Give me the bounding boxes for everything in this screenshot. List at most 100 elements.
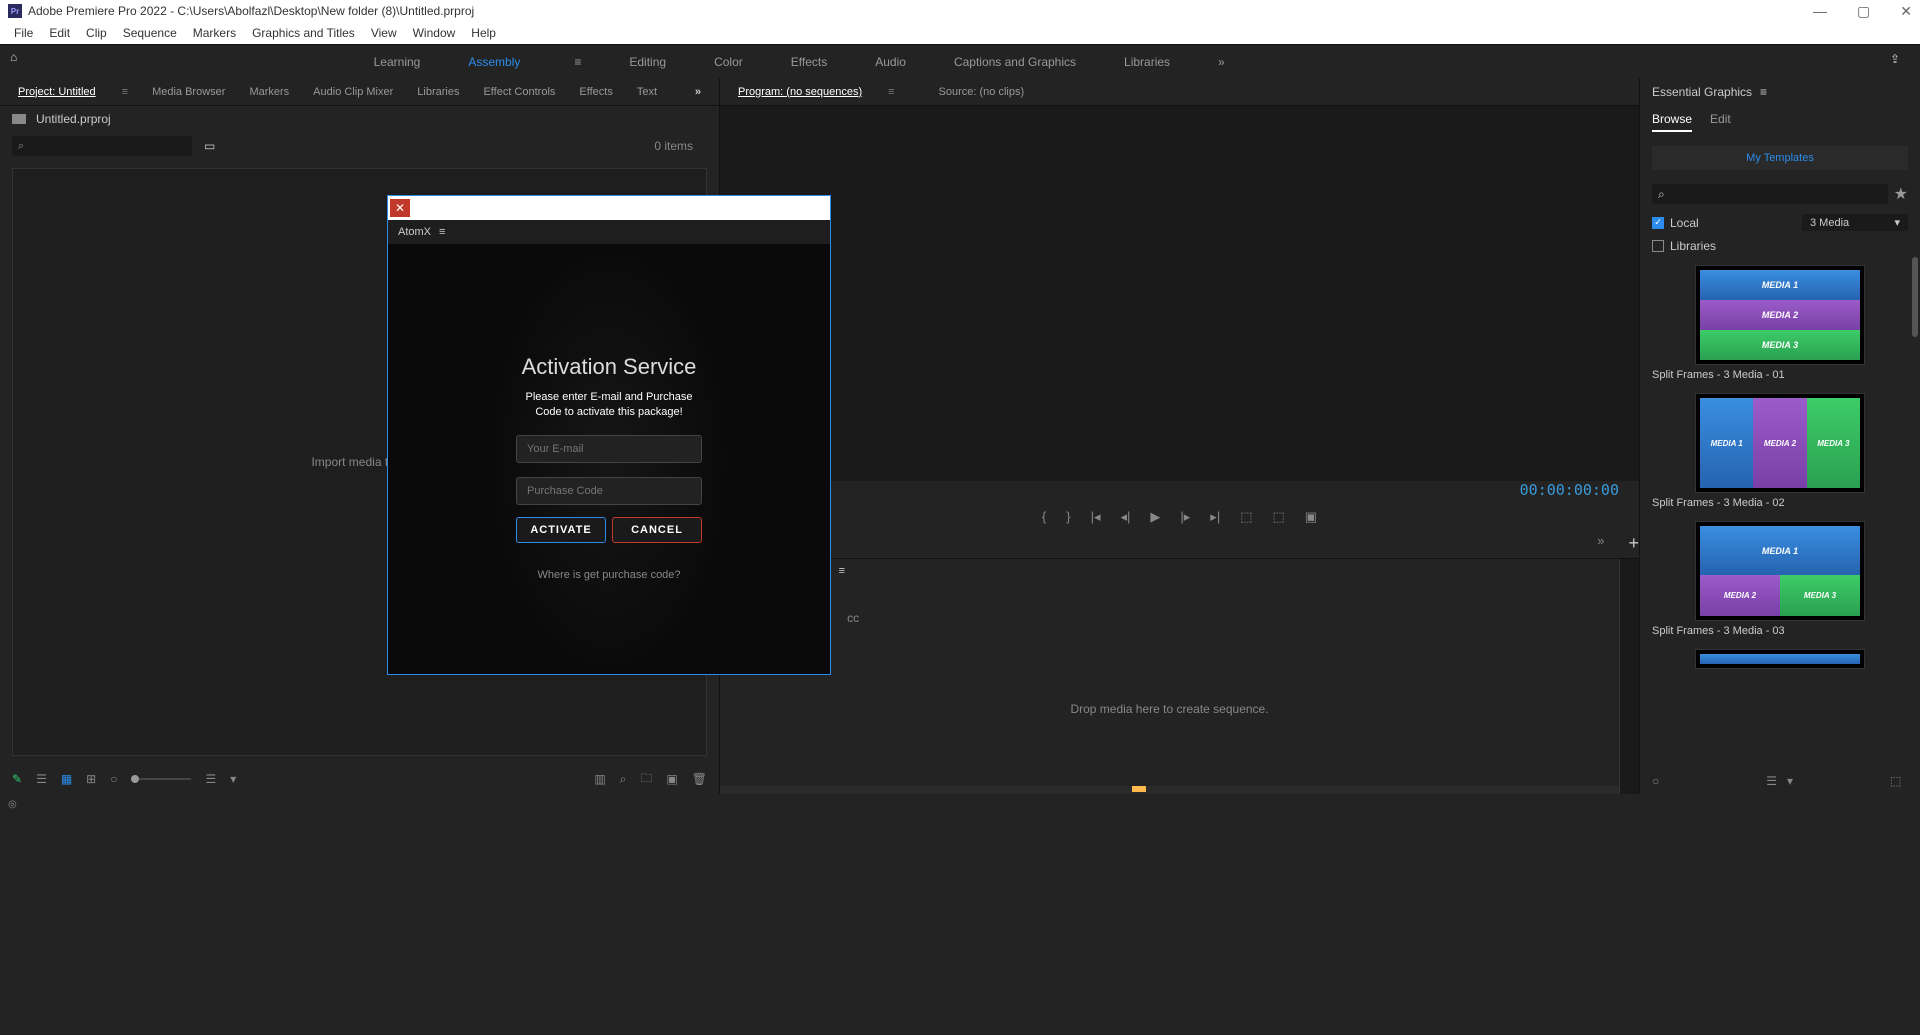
tab-libraries[interactable]: Libraries [407,82,469,102]
favorite-star-icon[interactable]: ★ [1894,184,1908,204]
my-templates-button[interactable]: My Templates [1652,146,1908,170]
timeline-ruler[interactable] [720,786,1619,794]
close-window-button[interactable]: ✕ [1900,3,1912,20]
timeline-vscroll[interactable] [1619,559,1639,794]
menu-window[interactable]: Window [407,24,462,42]
menu-help[interactable]: Help [465,24,502,42]
tab-project[interactable]: Project: Untitled [8,82,106,102]
cc-icon[interactable]: cc [847,611,859,628]
go-to-out-icon[interactable]: ▸| [1210,509,1220,525]
atomx-menu-icon[interactable]: ≡ [439,226,445,238]
timeline-timecode[interactable]: :00:00 [720,583,1619,607]
workspace-overflow-icon[interactable]: » [1204,47,1239,77]
menu-edit[interactable]: Edit [43,24,76,42]
libraries-checkbox[interactable] [1652,240,1664,252]
button-editor-overflow-icon[interactable]: » [1597,533,1604,554]
lift-icon[interactable]: ⬚ [1240,509,1252,525]
panel-menu-icon[interactable]: ≡ [112,82,138,102]
workspace-learning[interactable]: Learning [360,47,435,77]
eg-search-input[interactable]: ⌕ [1652,184,1888,204]
program-menu-icon[interactable]: ≡ [878,82,904,102]
template-item[interactable] [1652,649,1908,669]
go-to-in-icon[interactable]: |◂ [1091,509,1101,525]
playhead-icon[interactable] [1132,786,1146,792]
share-icon[interactable]: ⇪ [1890,52,1910,72]
eg-menu-icon[interactable]: ≡ [1760,85,1767,99]
timeline-drop-zone[interactable]: Drop media here to create sequence. [720,632,1619,786]
workspace-color[interactable]: Color [700,47,757,77]
menu-view[interactable]: View [365,24,403,42]
pencil-icon[interactable]: ✎ [12,772,22,786]
tab-text[interactable]: Text [627,82,667,102]
eg-tab-edit[interactable]: Edit [1710,112,1731,132]
eg-scrollbar[interactable] [1912,257,1918,337]
dialog-close-button[interactable]: ✕ [390,199,410,217]
workspace-menu-icon[interactable]: ≡ [560,47,595,77]
project-search-input[interactable]: ⌕ [12,136,192,156]
step-back-icon[interactable]: ◂| [1120,509,1130,525]
project-tabs: Project: Untitled ≡ Media Browser Marker… [0,78,719,106]
menu-file[interactable]: File [8,24,39,42]
eg-tab-browse[interactable]: Browse [1652,112,1692,132]
template-item[interactable]: MEDIA 1 MEDIA 2 MEDIA 3 Split Frames - 3… [1652,521,1908,641]
menu-graphics[interactable]: Graphics and Titles [246,24,361,42]
find-icon[interactable]: ⌕ [620,772,627,787]
workspace-audio[interactable]: Audio [861,47,920,77]
menu-clip[interactable]: Clip [80,24,113,42]
new-item-icon[interactable]: ▣ [666,772,677,786]
icon-view-icon[interactable]: ▦ [61,772,72,786]
tab-effect-controls[interactable]: Effect Controls [473,82,565,102]
activate-button[interactable]: ACTIVATE [516,517,606,543]
eg-zoom-handle-icon[interactable]: ○ [1652,774,1659,788]
play-icon[interactable]: ▶ [1150,509,1160,525]
extract-icon[interactable]: ⬚ [1273,509,1285,525]
filter-dropdown[interactable]: 3 Media ▾ [1802,214,1908,231]
maximize-button[interactable]: ▢ [1857,3,1870,20]
tab-program[interactable]: Program: (no sequences) [728,82,872,102]
install-template-icon[interactable]: ⬚ [1890,774,1908,788]
export-frame-icon[interactable]: ▣ [1305,509,1317,525]
eg-sort-icon[interactable]: ☰ [1766,774,1777,788]
sort-dropdown-icon[interactable]: ▾ [230,772,236,786]
minimize-button[interactable]: — [1813,3,1827,20]
tab-audio-clip-mixer[interactable]: Audio Clip Mixer [303,82,403,102]
cancel-button[interactable]: CANCEL [612,517,702,543]
workspace-captions[interactable]: Captions and Graphics [940,47,1090,77]
workspace-effects[interactable]: Effects [777,47,841,77]
step-forward-icon[interactable]: |▸ [1180,509,1190,525]
tab-effects[interactable]: Effects [569,82,622,102]
template-item[interactable]: MEDIA 1 MEDIA 2 MEDIA 3 Split Frames - 3… [1652,265,1908,385]
creative-cloud-icon[interactable]: ◎ [8,799,17,810]
tab-source[interactable]: Source: (no clips) [929,82,1035,102]
tabs-overflow-icon[interactable]: » [685,82,711,102]
freeform-view-icon[interactable]: ⊞ [86,772,96,786]
add-button-icon[interactable]: + [1628,533,1639,554]
timeline-menu-icon[interactable]: ≡ [839,565,845,577]
workspace-libraries[interactable]: Libraries [1110,47,1184,77]
zoom-slider-handle-icon[interactable]: ○ [110,772,117,786]
dialog-titlebar[interactable]: ✕ [388,196,830,220]
template-item[interactable]: MEDIA 1 MEDIA 2 MEDIA 3 Split Frames - 3… [1652,393,1908,513]
mark-in-icon[interactable]: { [1042,509,1046,525]
purchase-code-field[interactable] [516,477,702,505]
purchase-code-help-link[interactable]: Where is get purchase code? [537,569,680,581]
email-field[interactable] [516,435,702,463]
local-checkbox[interactable]: ✓ [1652,217,1664,229]
zoom-slider[interactable] [131,778,191,780]
sort-icon[interactable]: ☰ [205,772,216,786]
tab-markers[interactable]: Markers [239,82,299,102]
menu-markers[interactable]: Markers [187,24,242,42]
tab-media-browser[interactable]: Media Browser [142,82,235,102]
list-view-icon[interactable]: ☰ [36,772,47,786]
workspace-assembly[interactable]: Assembly [454,47,534,77]
home-icon[interactable]: ⌂ [10,50,34,74]
trash-icon[interactable]: 🗑 [692,772,707,786]
workspace-editing[interactable]: Editing [615,47,680,77]
new-bin-icon[interactable]: ▭ [204,139,215,153]
menu-sequence[interactable]: Sequence [117,24,183,42]
eg-sort-dropdown-icon[interactable]: ▾ [1787,774,1793,788]
mark-out-icon[interactable]: } [1066,509,1070,525]
new-bin-button-icon[interactable]: 🗀 [640,769,652,790]
automate-icon[interactable]: ▥ [594,772,605,786]
program-timecode[interactable]: 00:00:00:00 [720,481,1639,505]
